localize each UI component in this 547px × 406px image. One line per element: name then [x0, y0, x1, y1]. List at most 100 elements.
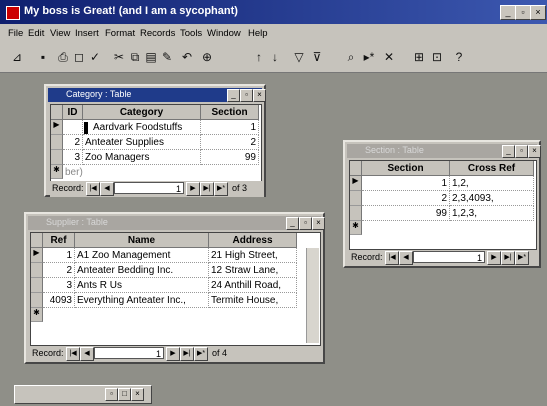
menu-view[interactable]: View [50, 28, 70, 39]
address-cell[interactable]: 12 Straw Lane, [209, 263, 297, 278]
name-cell[interactable]: Ants R Us [75, 278, 209, 293]
category-section-cell[interactable]: 99 [201, 150, 259, 165]
new-record-selector[interactable]: ✱ [350, 221, 362, 235]
category-close-button[interactable]: × [253, 89, 266, 102]
column-header-address[interactable]: Address [209, 233, 297, 248]
record-number-field[interactable]: 1 [94, 347, 164, 359]
current-record-indicator[interactable]: ▶ [350, 176, 362, 191]
copy-icon[interactable]: ⧉ [128, 50, 142, 64]
previous-record-button[interactable]: ◀ [399, 251, 413, 265]
category-id-cell[interactable]: 3 [63, 150, 83, 165]
ref-cell[interactable]: 1 [43, 248, 75, 263]
sort-ascending-icon[interactable]: ↑ [252, 50, 266, 64]
save-icon[interactable]: ▪ [36, 50, 50, 64]
column-header-name[interactable]: Name [75, 233, 209, 248]
cross-ref-cell[interactable]: 1,2, [450, 176, 534, 191]
section-table-title-bar[interactable]: Section : Table _ ▫ × [347, 144, 541, 158]
current-record-indicator[interactable]: ▶ [51, 120, 63, 135]
menu-file[interactable]: File [8, 28, 23, 39]
new-record-icon[interactable]: ▸* [362, 50, 376, 64]
column-header-id[interactable]: ID [63, 105, 83, 120]
first-record-button[interactable]: |◀ [66, 347, 80, 361]
new-object-icon[interactable]: ⊡ [430, 50, 444, 64]
category-name-cell[interactable]: Aardvark Foodstuffs [83, 120, 201, 135]
row-selector[interactable] [51, 150, 63, 165]
minimize-button[interactable]: _ [500, 5, 516, 20]
menu-insert[interactable]: Insert [75, 28, 99, 39]
minimized-window[interactable]: ▫ □ × [14, 385, 152, 404]
ref-cell[interactable]: 2 [43, 263, 75, 278]
ref-cell[interactable]: 3 [43, 278, 75, 293]
category-id-cell[interactable] [63, 120, 83, 135]
spelling-icon[interactable]: ✓ [88, 50, 102, 64]
name-cell[interactable]: Anteater Bedding Inc. [75, 263, 209, 278]
minimized-restore-button[interactable]: ▫ [105, 388, 118, 401]
first-record-button[interactable]: |◀ [385, 251, 399, 265]
find-icon[interactable]: ⌕ [344, 50, 358, 64]
menu-window[interactable]: Window [207, 28, 241, 39]
record-number-field[interactable]: 1 [413, 251, 485, 263]
category-name-cell[interactable]: Zoo Managers [83, 150, 201, 165]
new-record-nav-button[interactable]: ▶* [515, 251, 529, 265]
cross-ref-cell[interactable]: 1,2,3, [450, 206, 534, 221]
column-header-ref[interactable]: Ref [43, 233, 75, 248]
new-record-selector[interactable]: ✱ [31, 308, 43, 322]
menu-edit[interactable]: Edit [28, 28, 44, 39]
column-header-section[interactable]: Section [201, 105, 259, 120]
new-record-selector[interactable]: ✱ [51, 165, 63, 179]
category-section-cell[interactable]: 1 [201, 120, 259, 135]
minimized-close-button[interactable]: × [131, 388, 144, 401]
current-record-indicator[interactable]: ▶ [31, 248, 43, 263]
help-icon[interactable]: ? [452, 50, 466, 64]
database-window-icon[interactable]: ⊞ [412, 50, 426, 64]
category-table-title-bar[interactable]: Category : Table _ ▫ × [48, 88, 266, 102]
minimized-maximize-button[interactable]: □ [118, 388, 131, 401]
last-record-button[interactable]: ▶| [501, 251, 515, 265]
paste-icon[interactable]: ▤ [144, 50, 158, 64]
supplier-table-title-bar[interactable]: Supplier : Table _ ▫ × [28, 216, 325, 230]
cut-icon[interactable]: ✂ [112, 50, 126, 64]
row-selector[interactable] [31, 278, 43, 293]
supplier-minimize-button[interactable]: _ [286, 217, 299, 230]
app-icon[interactable] [6, 6, 20, 20]
section-maximize-button[interactable]: ▫ [515, 145, 528, 158]
address-cell[interactable]: Termite House, [209, 293, 297, 308]
next-record-button[interactable]: ▶ [487, 251, 501, 265]
next-record-button[interactable]: ▶ [166, 347, 180, 361]
cross-ref-cell[interactable]: 2,3,4093, [450, 191, 534, 206]
category-id-cell[interactable]: 2 [63, 135, 83, 150]
record-number-field[interactable]: 1 [114, 182, 184, 194]
row-selector[interactable] [31, 293, 43, 308]
sort-descending-icon[interactable]: ↓ [268, 50, 282, 64]
format-painter-icon[interactable]: ✎ [160, 50, 174, 64]
supplier-maximize-button[interactable]: ▫ [299, 217, 312, 230]
next-record-button[interactable]: ▶ [186, 182, 200, 196]
column-header-cross-ref[interactable]: Cross Ref [450, 161, 534, 176]
row-selector[interactable] [350, 206, 362, 221]
menu-records[interactable]: Records [140, 28, 175, 39]
name-cell[interactable]: A1 Zoo Management [75, 248, 209, 263]
first-record-button[interactable]: |◀ [86, 182, 100, 196]
print-preview-icon[interactable]: ◻ [72, 50, 86, 64]
section-cell[interactable]: 99 [362, 206, 450, 221]
supplier-close-button[interactable]: × [312, 217, 325, 230]
address-cell[interactable]: 24 Anthill Road, [209, 278, 297, 293]
section-cell[interactable]: 1 [362, 176, 450, 191]
name-cell[interactable]: Everything Anteater Inc., [75, 293, 209, 308]
undo-icon[interactable]: ↶ [180, 50, 194, 64]
filter-by-form-icon[interactable]: ⊽ [310, 50, 324, 64]
previous-record-button[interactable]: ◀ [100, 182, 114, 196]
previous-record-button[interactable]: ◀ [80, 347, 94, 361]
last-record-button[interactable]: ▶| [200, 182, 214, 196]
filter-icon[interactable]: ▽ [292, 50, 306, 64]
menu-help[interactable]: Help [248, 28, 268, 39]
menu-tools[interactable]: Tools [180, 28, 202, 39]
vertical-scrollbar[interactable] [306, 248, 319, 343]
menu-format[interactable]: Format [105, 28, 135, 39]
maximize-button[interactable]: ▫ [515, 5, 531, 20]
row-selector[interactable] [31, 263, 43, 278]
new-record-nav-button[interactable]: ▶* [194, 347, 208, 361]
new-record-nav-button[interactable]: ▶* [214, 182, 228, 196]
delete-record-icon[interactable]: ✕ [382, 50, 396, 64]
address-cell[interactable]: 21 High Street, [209, 248, 297, 263]
